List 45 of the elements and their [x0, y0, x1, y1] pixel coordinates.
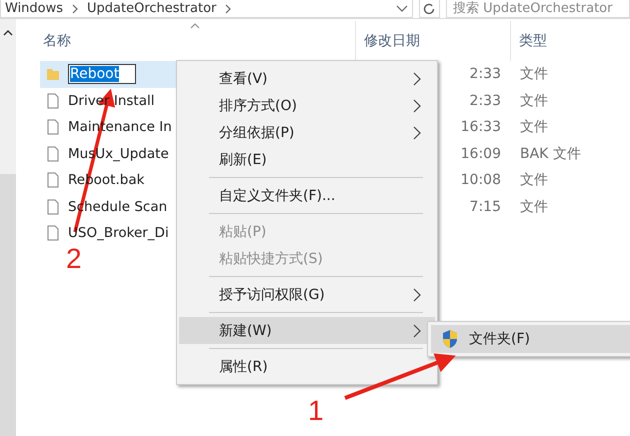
menu-item[interactable]: 授予访问权限(G)	[179, 281, 435, 308]
menu-item[interactable]: 刷新(E)	[179, 146, 435, 173]
file-icon	[46, 92, 60, 109]
rename-field[interactable]: Reboot	[68, 64, 136, 84]
menu-item[interactable]: 新建(W)	[179, 317, 435, 344]
annotation-number: 2	[66, 244, 82, 274]
menu-item[interactable]: 自定义文件夹(F)...	[179, 182, 435, 209]
menu-item[interactable]: 查看(V)	[179, 65, 435, 92]
address-bar[interactable]: Windows UpdateOrchestrator	[0, 0, 413, 18]
scroll-up-icon[interactable]	[3, 29, 13, 37]
file-icon	[46, 225, 60, 242]
file-type: 文件	[520, 65, 548, 84]
file-name[interactable]: USO_Broker_Di	[68, 225, 169, 242]
menu-item[interactable]: 分组依据(P)	[179, 119, 435, 146]
modified-time: 10:08	[460, 172, 501, 188]
menu-item[interactable]: 属性(R)	[179, 353, 435, 380]
search-field[interactable]: 搜索 UpdateOrchestrator	[446, 0, 630, 18]
dropdown-icon[interactable]	[396, 4, 408, 12]
file-icon	[46, 172, 60, 188]
modified-time: 16:33	[460, 119, 501, 136]
file-type: BAK 文件	[520, 144, 581, 163]
menu-item[interactable]: 文件夹(F)	[431, 325, 630, 353]
folder-icon	[46, 67, 60, 82]
file-icon	[46, 146, 60, 162]
modified-time: 2:33	[470, 92, 501, 109]
scrollbar-thumb[interactable]	[0, 174, 16, 436]
modified-time: 7:15	[470, 198, 501, 215]
file-type: 文件	[520, 92, 548, 110]
file-type: 文件	[520, 171, 548, 190]
shield-icon	[441, 329, 459, 349]
file-type: 文件	[520, 118, 548, 136]
chevron-icon	[71, 4, 80, 14]
refresh-button[interactable]	[418, 0, 440, 18]
modified-time: 16:09	[460, 146, 501, 162]
chevron-icon	[224, 4, 232, 14]
menu-item[interactable]: 排序方式(O)	[179, 92, 435, 119]
refresh-icon[interactable]	[422, 2, 436, 16]
breadcrumb[interactable]: UpdateOrchestrator	[87, 1, 216, 16]
modified-time: 2:33	[470, 66, 501, 82]
file-icon	[46, 198, 60, 215]
file-icon	[46, 119, 60, 136]
annotation-number: 1	[308, 396, 324, 426]
file-type: 文件	[520, 198, 548, 216]
column-header[interactable]: 类型	[511, 21, 629, 61]
breadcrumb[interactable]: Windows	[5, 1, 64, 16]
